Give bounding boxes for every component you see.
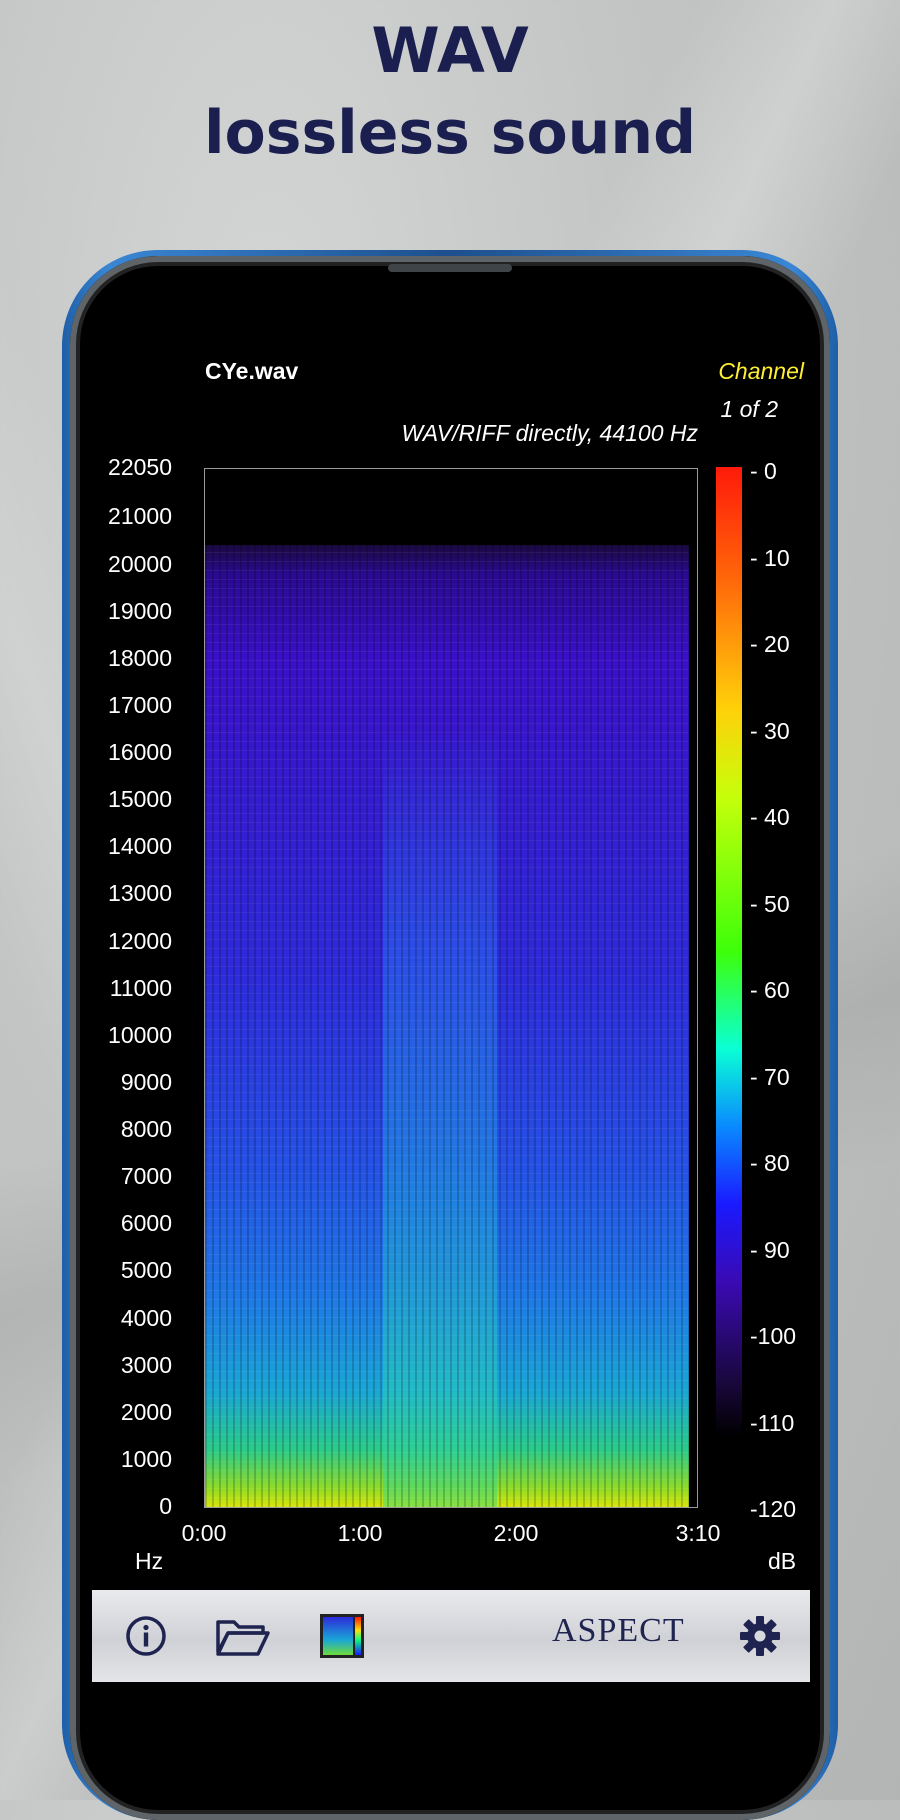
y-tick-label: 21000 [108,503,172,530]
promo-headline: WAV [371,14,529,87]
y-tick-label: 5000 [120,1257,172,1284]
file-format: WAV/RIFF directly, 44100 Hz [401,420,698,446]
palette-button[interactable] [314,1608,370,1664]
info-icon [126,1616,166,1656]
db-tick-label: - 70 [750,1063,790,1090]
y-tick-label: 0 [159,1493,172,1519]
y-tick-label: 20000 [108,550,172,577]
phone-speaker [388,264,512,272]
y-tick-label: 10000 [108,1021,172,1048]
db-tick-label: - 10 [750,544,790,571]
y-tick-label: 22050 [108,454,172,480]
colorbar-unit-label: dB [768,1548,797,1574]
db-tick-label: -120 [750,1496,797,1522]
folder-open-icon [216,1620,270,1656]
open-file-button[interactable] [214,1608,270,1664]
db-tick-label: - 50 [750,890,790,917]
y-tick-label: 1000 [120,1445,172,1472]
y-tick-label: 12000 [108,927,172,954]
y-tick-label: 18000 [108,644,172,671]
db-tick-label: - 90 [750,1236,790,1263]
spectrogram-end [689,539,697,1507]
db-tick-label: - 20 [750,631,790,657]
y-tick-label: 11000 [109,974,172,1001]
x-tick-label: 2:00 [493,1520,539,1546]
channel-count[interactable]: 1 of 2 [720,396,778,423]
brand-logo: ASPECT [552,1612,685,1649]
channel-label[interactable]: Channel [718,358,804,385]
promo-subheadline: lossless sound [203,98,697,168]
y-tick-label: 4000 [120,1304,172,1331]
y-tick-label: 3000 [120,1351,172,1378]
db-tick-label: - 80 [750,1150,790,1176]
y-tick-label: 19000 [108,597,172,624]
x-tick-label: 3:10 [675,1520,721,1546]
db-tick-label: - 0 [750,458,777,484]
x-tick-label: 0:00 [181,1520,227,1546]
y-unit-label: Hz [135,1548,164,1574]
y-tick-label: 17000 [108,691,172,718]
y-tick-label: 14000 [108,833,172,860]
db-colorbar [716,467,742,1437]
db-tick-label: -100 [750,1323,797,1349]
spectrogram-plot[interactable] [204,468,698,1508]
y-tick-label: 15000 [108,786,172,813]
y-tick-label: 6000 [120,1210,172,1237]
info-button[interactable] [118,1608,174,1664]
file-name: CYe.wav [205,358,299,384]
y-tick-label: 9000 [120,1068,172,1095]
spectrogram-texture [205,545,695,1507]
x-tick-label: 1:00 [337,1520,383,1546]
y-tick-label: 8000 [120,1116,172,1143]
db-tick-label: -110 [750,1409,795,1436]
y-tick-label: 2000 [120,1398,172,1425]
db-tick-label: - 40 [750,804,790,830]
y-tick-label: 16000 [108,739,172,766]
spectrogram-palette-icon [320,1614,364,1658]
gear-icon [740,1616,780,1656]
db-tick-label: - 60 [750,977,790,1003]
settings-button[interactable] [732,1608,788,1664]
y-tick-label: 7000 [120,1163,172,1190]
bottom-toolbar: ASPECT [92,1590,810,1682]
db-tick-label: - 30 [750,717,790,744]
y-tick-label: 13000 [108,880,172,907]
